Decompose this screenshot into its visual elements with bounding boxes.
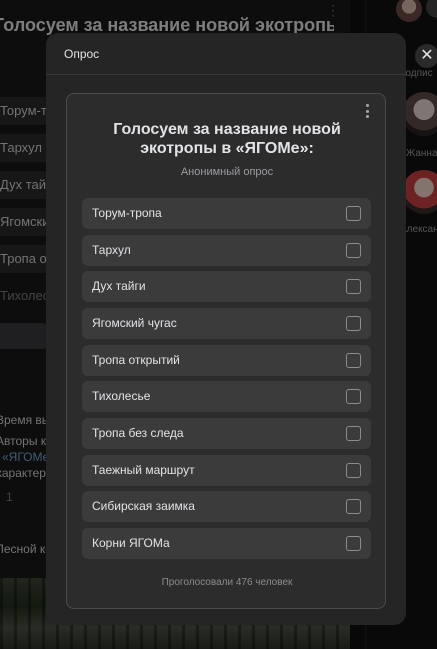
poll-option-label: Корни ЯГОМа bbox=[92, 536, 170, 550]
checkbox-icon[interactable] bbox=[346, 499, 361, 514]
poll-option[interactable]: Тархул bbox=[82, 235, 371, 266]
more-options-icon[interactable] bbox=[361, 102, 373, 120]
poll-option[interactable]: Сибирская заимка bbox=[82, 491, 371, 522]
checkbox-icon[interactable] bbox=[346, 316, 361, 331]
poll-option[interactable]: Торум-тропа bbox=[82, 198, 371, 229]
poll-modal: Опрос Голосуем за название новой экотроп… bbox=[46, 33, 406, 625]
checkbox-icon[interactable] bbox=[346, 426, 361, 441]
poll-option[interactable]: Таежный маршрут bbox=[82, 455, 371, 486]
checkbox-icon[interactable] bbox=[346, 353, 361, 368]
poll-option-label: Тархул bbox=[92, 243, 131, 257]
poll-option[interactable]: Тропа открытий bbox=[82, 345, 371, 376]
poll-option[interactable]: Тихолесье bbox=[82, 381, 371, 412]
poll-option-label: Тропа открытий bbox=[92, 353, 180, 367]
poll-option-label: Ягомский чугас bbox=[92, 316, 177, 330]
poll-option[interactable]: Тропа без следа bbox=[82, 418, 371, 449]
poll-option[interactable]: Ягомский чугас bbox=[82, 308, 371, 339]
poll-title: Голосуем за название новой экотропы в «Я… bbox=[113, 121, 341, 157]
checkbox-icon[interactable] bbox=[346, 536, 361, 551]
poll-option-label: Дух тайги bbox=[92, 279, 146, 293]
checkbox-icon[interactable] bbox=[346, 279, 361, 294]
poll-option-label: Тропа без следа bbox=[92, 426, 184, 440]
poll-option-label: Торум-тропа bbox=[92, 206, 162, 220]
checkbox-icon[interactable] bbox=[346, 243, 361, 258]
modal-title: Опрос bbox=[46, 33, 406, 75]
checkbox-icon[interactable] bbox=[346, 206, 361, 221]
poll-option[interactable]: Дух тайги bbox=[82, 271, 371, 302]
poll-vote-count: Проголосовали 476 человек bbox=[161, 577, 293, 588]
poll-option-label: Таежный маршрут bbox=[92, 463, 195, 477]
checkbox-icon[interactable] bbox=[346, 463, 361, 478]
poll-option-label: Тихолесье bbox=[92, 389, 151, 403]
poll-option-label: Сибирская заимка bbox=[92, 499, 195, 513]
poll-subtitle: Анонимный опрос bbox=[180, 166, 274, 178]
checkbox-icon[interactable] bbox=[346, 389, 361, 404]
close-icon[interactable]: ✕ bbox=[415, 44, 437, 68]
poll-card: Голосуем за название новой экотропы в «Я… bbox=[66, 93, 386, 609]
poll-option[interactable]: Корни ЯГОМа bbox=[82, 528, 371, 559]
